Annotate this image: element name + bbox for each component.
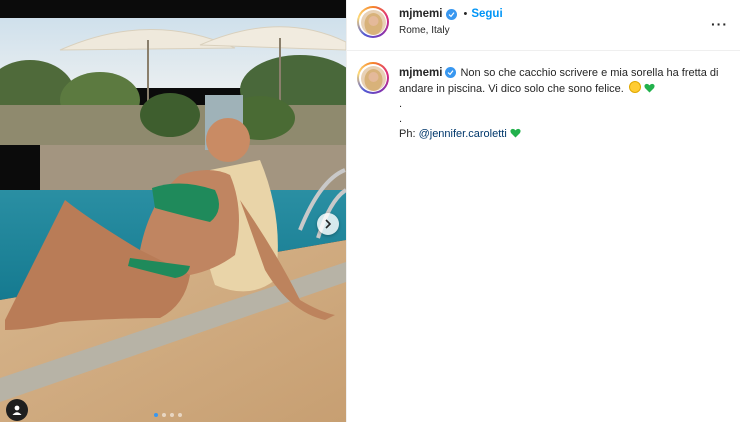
username-link[interactable]: mjmemi xyxy=(399,8,442,20)
green-heart-icon xyxy=(510,128,521,138)
caption-avatar[interactable] xyxy=(357,62,389,94)
avatar-image xyxy=(360,65,386,91)
more-options-icon[interactable]: ··· xyxy=(711,16,728,32)
follow-button[interactable]: Segui xyxy=(471,8,502,20)
carousel-dot xyxy=(162,413,166,417)
avatar-image xyxy=(360,9,386,35)
carousel-dot xyxy=(178,413,182,417)
location-link[interactable]: Rome, Italy xyxy=(399,25,450,36)
user-tag-button[interactable] xyxy=(6,399,28,421)
post-photo[interactable] xyxy=(0,0,346,422)
post-photo-image xyxy=(0,0,346,422)
carousel-dot xyxy=(170,413,174,417)
next-slide-button[interactable] xyxy=(317,213,339,235)
caption-username[interactable]: mjmemi xyxy=(399,67,442,79)
header-user-row: mjmemi • Segui xyxy=(399,8,503,20)
post-sidebar: mjmemi • Segui Rome, Italy ··· mjmemi No… xyxy=(346,0,740,422)
post-header: mjmemi • Segui Rome, Italy ··· xyxy=(347,0,740,51)
smile-emoji-icon xyxy=(628,81,641,93)
credit-prefix: Ph: xyxy=(399,128,416,140)
carousel-indicators xyxy=(154,413,182,417)
mention-link[interactable]: @jennifer.caroletti xyxy=(419,128,507,140)
carousel-dot xyxy=(154,413,158,417)
verified-badge-icon xyxy=(446,8,458,20)
avatar[interactable] xyxy=(357,6,389,38)
caption-dot-line: . xyxy=(399,98,403,110)
user-tag-icon xyxy=(12,405,22,415)
instagram-post: mjmemi • Segui Rome, Italy ··· mjmemi No… xyxy=(0,0,740,422)
caption-dot-line: . xyxy=(399,113,403,125)
green-heart-icon xyxy=(644,83,655,93)
next-arrow-icon xyxy=(325,219,332,229)
verified-badge-icon xyxy=(445,67,457,78)
separator: • xyxy=(463,8,468,20)
caption-text: mjmemi Non so che cacchio scrivere e mia … xyxy=(399,66,729,142)
